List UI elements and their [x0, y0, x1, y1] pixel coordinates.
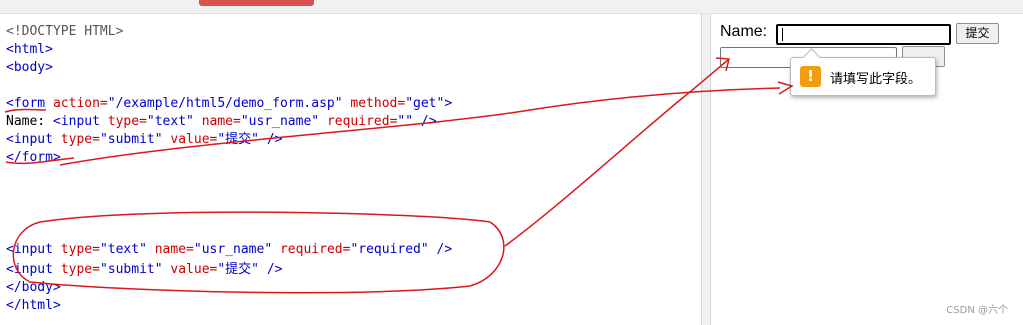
arrow-form-to-preview: [59, 87, 781, 166]
underline-form-close: [5, 157, 75, 165]
watermark: CSDN @六个: [946, 305, 1008, 316]
arrowhead-form: [777, 81, 794, 95]
red-annotations: [4, 57, 794, 294]
arrow-inputs-to-preview: [504, 59, 729, 247]
underline-form-tag: [4, 108, 47, 113]
circle-second-inputs: [12, 211, 505, 294]
